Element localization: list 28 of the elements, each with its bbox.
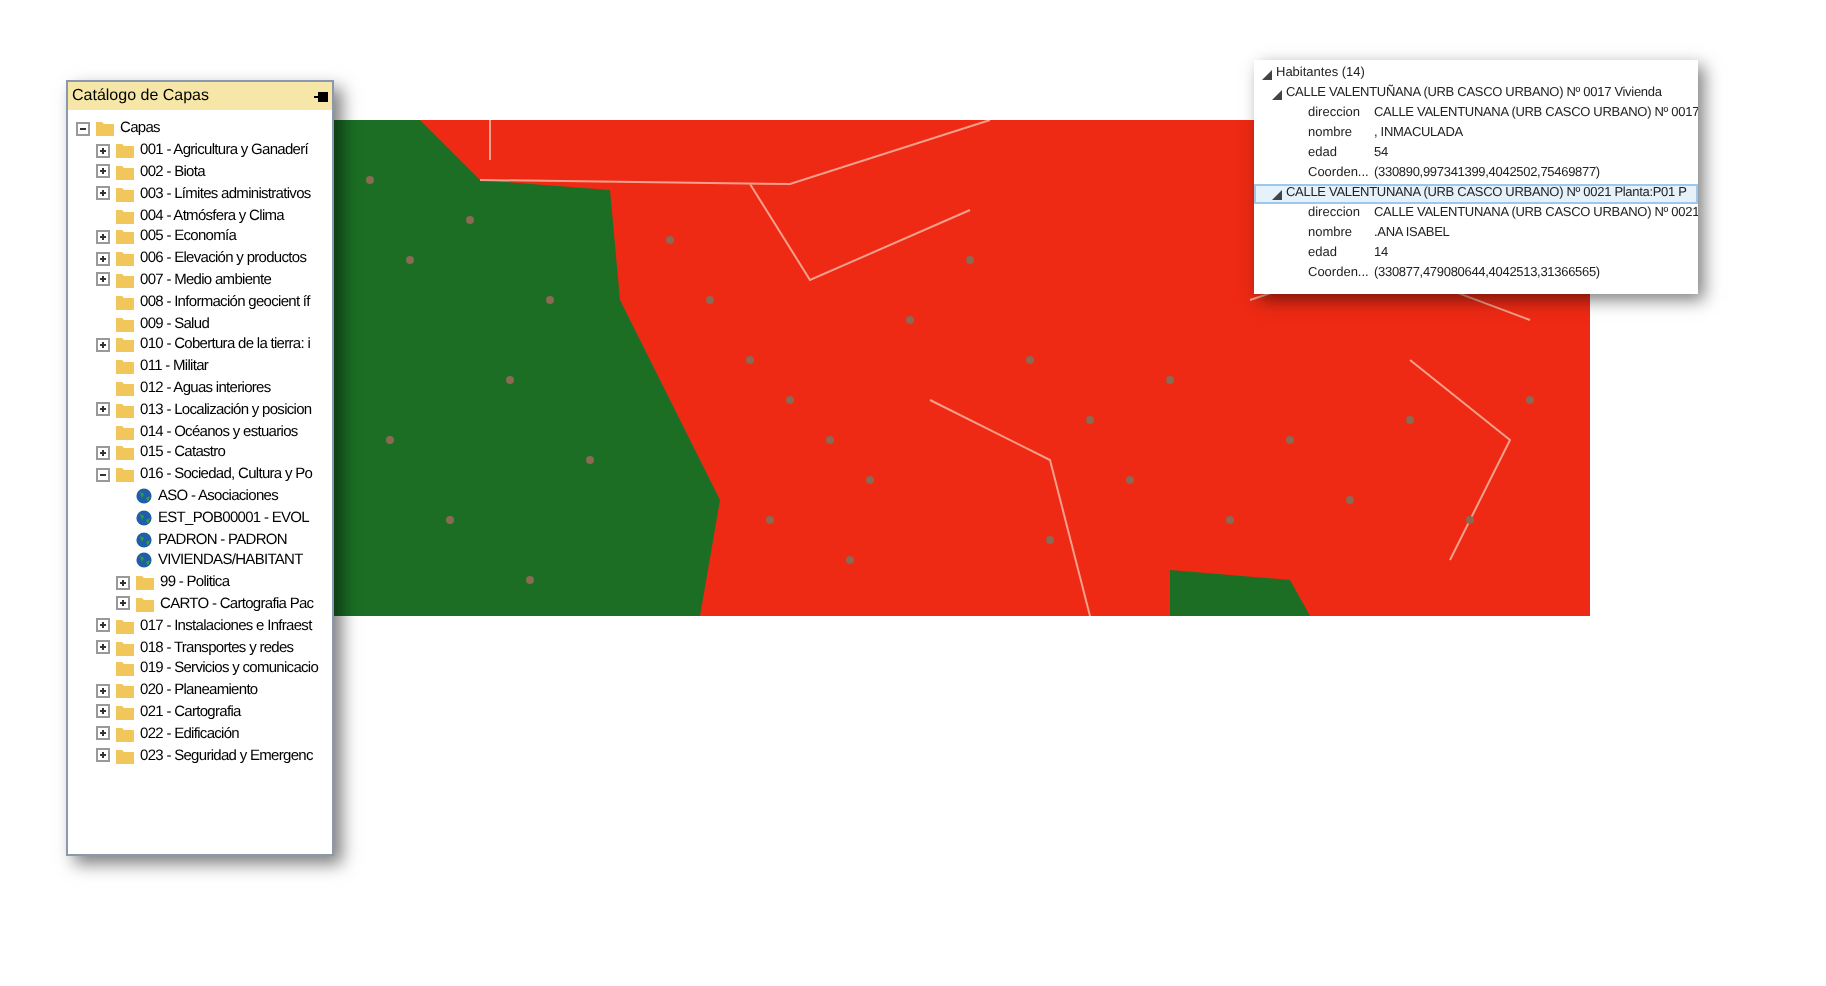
collapse-icon[interactable] <box>76 121 90 136</box>
expand-icon[interactable] <box>96 164 110 179</box>
expand-icon[interactable] <box>96 272 110 287</box>
expand-icon[interactable] <box>96 186 110 201</box>
globe-icon <box>136 487 152 504</box>
pin-icon[interactable] <box>314 91 328 101</box>
expand-icon[interactable] <box>116 596 130 611</box>
globe-icon <box>136 552 152 569</box>
expanded-triangle-icon[interactable] <box>1272 89 1282 99</box>
expand-icon[interactable] <box>96 683 110 698</box>
expand-icon[interactable] <box>96 726 110 741</box>
expand-icon[interactable] <box>96 445 110 460</box>
expand-icon[interactable] <box>96 402 110 417</box>
expand-icon[interactable] <box>96 748 110 762</box>
globe-icon <box>136 509 152 526</box>
expand-icon[interactable] <box>96 229 110 244</box>
expand-icon[interactable] <box>96 143 110 158</box>
expand-icon[interactable] <box>96 640 110 655</box>
collapse-icon[interactable] <box>96 467 110 482</box>
expand-icon[interactable] <box>116 575 130 590</box>
expanded-triangle-icon[interactable] <box>1262 69 1272 79</box>
globe-icon <box>136 531 152 548</box>
expanded-triangle-icon[interactable] <box>1272 189 1282 199</box>
expand-icon[interactable] <box>96 337 110 352</box>
expand-icon[interactable] <box>96 704 110 719</box>
expand-icon[interactable] <box>96 618 110 633</box>
panel-title: Catálogo de Capas <box>72 84 209 108</box>
expand-icon[interactable] <box>96 251 110 266</box>
